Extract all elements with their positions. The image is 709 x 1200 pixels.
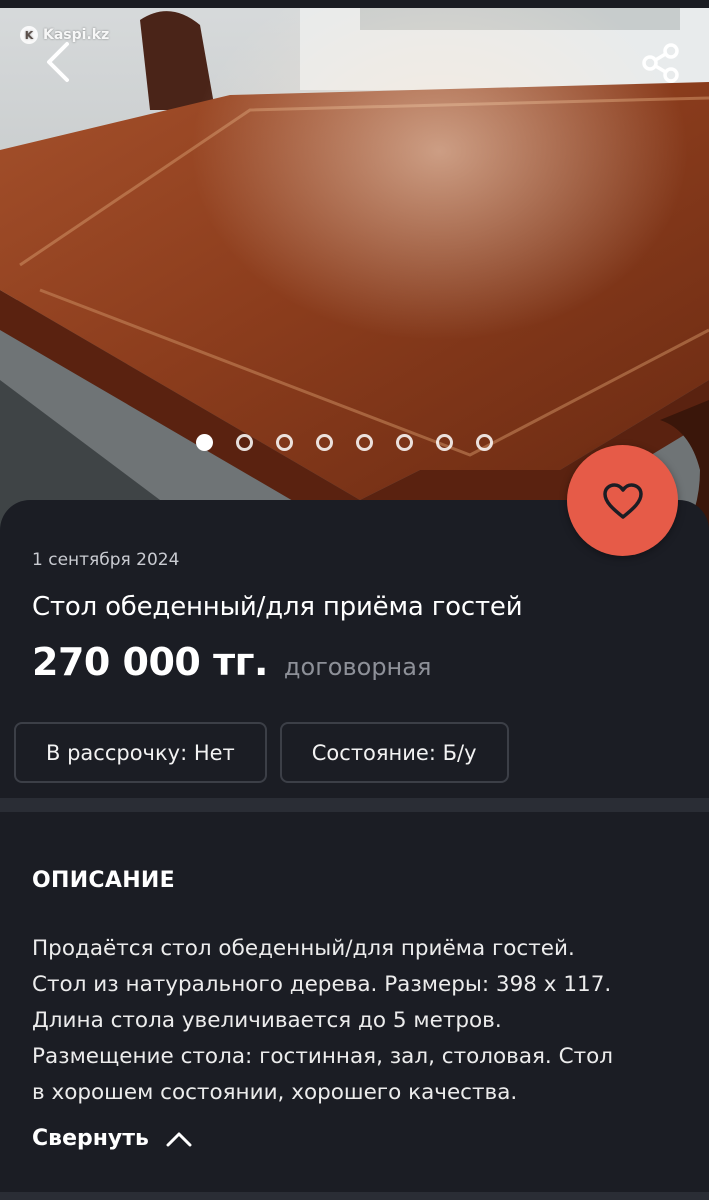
chevron-left-icon [47,42,69,82]
price-note: договорная [283,653,432,681]
description-text: Продаётся стол обеденный/для приёма гост… [32,931,692,1111]
gallery-dot[interactable] [196,433,213,451]
description-heading: ОПИСАНИЕ [32,868,175,893]
listing-page: K Kaspi.kz 1 сентября 2024 Стол обеденны [0,0,709,1200]
listing-title: Стол обеденный/для приёма гостей [32,592,523,622]
installment-chip[interactable]: В рассрочку: Нет [14,722,267,783]
description-line: в хорошем состоянии, хорошего качества. [32,1080,518,1105]
section-divider [0,798,709,812]
gallery-pagination[interactable] [196,432,496,452]
share-icon [642,43,679,83]
gallery-dot[interactable] [276,433,293,451]
gallery-dot[interactable] [236,433,253,451]
description-line: Стол из натурального дерева. Размеры: 39… [32,972,612,997]
heart-icon [602,482,643,519]
status-strip [0,0,709,8]
gallery-dot[interactable] [356,433,373,451]
favorite-button[interactable] [567,445,678,556]
collapse-button[interactable]: Свернуть [32,1126,193,1151]
description-line: Длина стола увеличивается до 5 метров. [32,1008,502,1033]
share-button[interactable] [636,38,686,88]
gallery-dot[interactable] [396,433,413,451]
price-row: 270 000 тг. договорная [32,640,431,684]
chevron-up-icon [166,1132,192,1146]
description-line: Размещение стола: гостинная, зал, столов… [32,1044,614,1069]
listing-date: 1 сентября 2024 [32,550,180,570]
bottom-strip [0,1192,709,1200]
attribute-chips: В рассрочку: Нет Состояние: Б/у [14,722,509,783]
back-button[interactable] [34,38,82,86]
gallery-dot[interactable] [436,433,453,451]
description-line: Продаётся стол обеденный/для приёма гост… [32,936,575,961]
listing-price: 270 000 тг. [32,640,268,684]
collapse-label: Свернуть [32,1126,149,1151]
gallery-dot[interactable] [476,433,493,451]
condition-chip[interactable]: Состояние: Б/у [279,722,509,783]
gallery-dot[interactable] [316,433,333,451]
